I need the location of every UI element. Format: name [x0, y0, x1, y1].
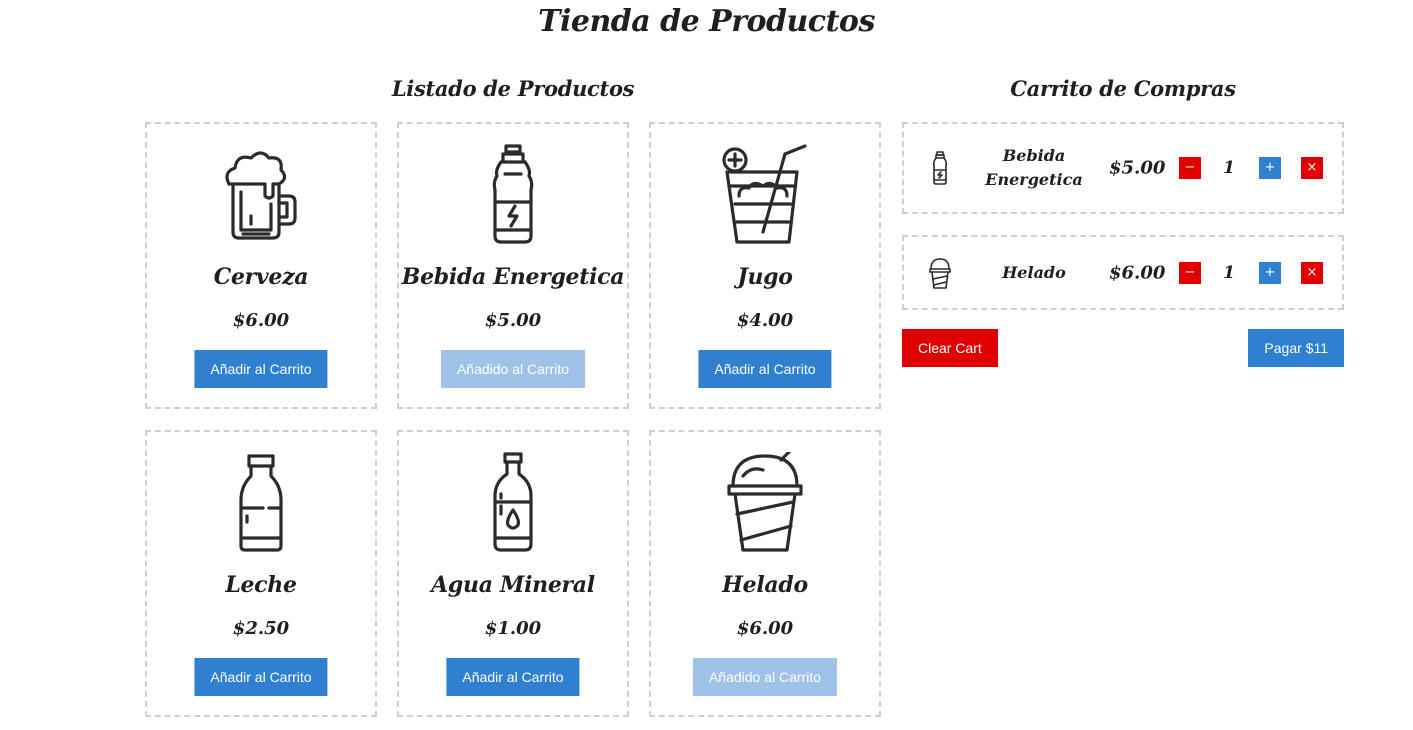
add-to-cart-button[interactable]: Añadir al Carrito: [194, 658, 328, 696]
decrement-quantity-button[interactable]: −: [1179, 261, 1201, 284]
cart-section-title: Carrito de Compras: [1010, 76, 1236, 101]
product-price: $2.50: [232, 618, 290, 639]
cart-item-quantity: 1: [1223, 262, 1235, 283]
product-card-helado: Helado $6.00 Añadido al Carrito: [649, 430, 881, 717]
page-title: Tienda de Productos: [538, 4, 875, 39]
energy-drink-bottle-icon: [926, 150, 954, 186]
product-price: $4.00: [736, 310, 794, 331]
cart-actions: Clear Cart Pagar $11: [902, 329, 1344, 367]
cart-item-quantity: 1: [1223, 158, 1235, 178]
clear-cart-button[interactable]: Clear Cart: [902, 329, 998, 367]
cart-item-bebida-energetica: Bebida Energetica $5.00 − 1 + ×: [902, 122, 1344, 214]
increment-quantity-button[interactable]: +: [1259, 157, 1281, 179]
juice-glass-icon: [651, 144, 879, 244]
product-price: $5.00: [484, 310, 542, 331]
product-grid: Cerveza $6.00 Añadir al Carrito Bebida E…: [145, 122, 881, 717]
product-price: $6.00: [232, 310, 290, 331]
product-name: Helado: [722, 572, 808, 598]
product-name: Jugo: [737, 264, 793, 290]
product-name: Leche: [225, 572, 297, 598]
cart-item-price: $5.00: [1109, 157, 1166, 179]
milk-bottle-icon: [147, 452, 375, 552]
ice-cream-cup-icon: [651, 452, 879, 552]
add-to-cart-button[interactable]: Añadir al Carrito: [194, 350, 328, 388]
product-card-leche: Leche $2.50 Añadir al Carrito: [145, 430, 377, 717]
water-bottle-icon: [399, 452, 627, 552]
pay-button[interactable]: Pagar $11: [1248, 329, 1344, 367]
increment-quantity-button[interactable]: +: [1259, 261, 1281, 284]
added-to-cart-button[interactable]: Añadido al Carrito: [440, 350, 586, 388]
remove-item-button[interactable]: ×: [1301, 261, 1323, 284]
product-card-jugo: Jugo $4.00 Añadir al Carrito: [649, 122, 881, 409]
energy-drink-bottle-icon: [399, 144, 627, 244]
add-to-cart-button[interactable]: Añadir al Carrito: [446, 658, 580, 696]
cart-item-name: Helado: [1002, 262, 1066, 282]
cart-item-name: Bebida Energetica: [985, 146, 1083, 189]
product-card-cerveza: Cerveza $6.00 Añadir al Carrito: [145, 122, 377, 409]
ice-cream-cup-icon: [926, 255, 954, 291]
product-card-agua-mineral: Agua Mineral $1.00 Añadir al Carrito: [397, 430, 629, 717]
cart-item-price: $6.00: [1109, 262, 1166, 283]
product-name: Cerveza: [213, 264, 309, 290]
decrement-quantity-button[interactable]: −: [1179, 157, 1201, 179]
product-price: $6.00: [736, 618, 794, 639]
added-to-cart-button[interactable]: Añadido al Carrito: [692, 658, 838, 696]
shopping-cart: Bebida Energetica $5.00 − 1 + × Helado $…: [902, 122, 1344, 331]
product-price: $1.00: [484, 618, 542, 639]
beer-mug-icon: [147, 144, 375, 244]
product-name: Agua Mineral: [431, 572, 595, 598]
remove-item-button[interactable]: ×: [1301, 157, 1323, 179]
product-card-bebida-energetica: Bebida Energetica $5.00 Añadido al Carri…: [397, 122, 629, 409]
products-section-title: Listado de Productos: [391, 76, 635, 101]
add-to-cart-button[interactable]: Añadir al Carrito: [698, 350, 832, 388]
cart-item-helado: Helado $6.00 − 1 + ×: [902, 235, 1344, 310]
product-name: Bebida Energetica: [401, 264, 625, 290]
